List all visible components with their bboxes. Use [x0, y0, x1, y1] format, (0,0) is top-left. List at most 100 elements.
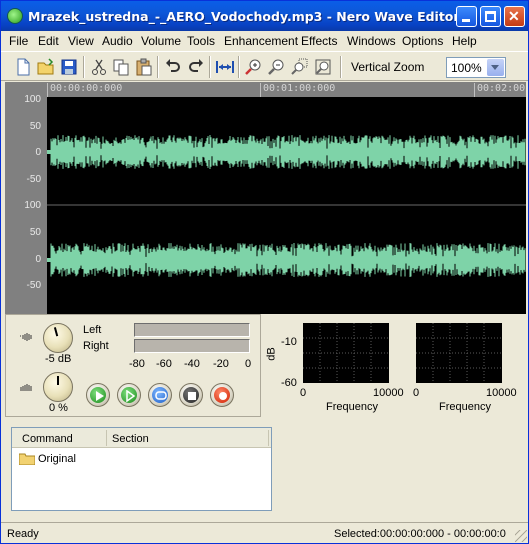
pan-value: 0 %: [49, 402, 68, 414]
volume-icon: [20, 333, 32, 341]
menu-edit[interactable]: Edit: [38, 34, 59, 48]
play-button[interactable]: [86, 383, 110, 407]
menu-options[interactable]: Options: [402, 34, 443, 48]
new-file-icon: [17, 58, 30, 76]
volume-value: -5 dB: [45, 353, 72, 365]
play-icon: [96, 391, 104, 401]
menu-tools[interactable]: Tools: [187, 34, 215, 48]
title-bar[interactable]: Mrazek_ustredna_-_AERO_Vodochody.mp3 - N…: [1, 1, 528, 31]
menu-help[interactable]: Help: [452, 34, 477, 48]
minimize-button[interactable]: [456, 6, 477, 27]
maximize-button[interactable]: [480, 6, 501, 27]
y-label: 0: [35, 147, 41, 158]
menu-enhancement[interactable]: Enhancement: [224, 34, 298, 48]
redo-button[interactable]: [186, 57, 206, 77]
meter-scale-label: -20: [213, 358, 229, 370]
fit-width-button[interactable]: [215, 57, 235, 77]
meter-scale-label: -40: [184, 358, 200, 370]
y-label: -50: [26, 280, 41, 291]
amplitude-axis: 100 50 0 -50 100 50 0 -50: [5, 94, 47, 314]
left-level-meter: [134, 323, 250, 337]
status-text: Ready: [7, 528, 39, 540]
close-icon: ✕: [508, 8, 520, 24]
fit-width-icon: [216, 61, 234, 73]
spectrum-right: [416, 323, 502, 383]
y-label: 100: [24, 200, 41, 211]
loop-button[interactable]: [148, 383, 172, 407]
left-channel-label: Left: [83, 324, 102, 336]
waveform-view: 00:00:00:000 00:01:00:000 00:02:00 100 5…: [5, 82, 526, 314]
selection-status: Selected:00:00:00:000 - 00:00:00:0: [334, 528, 506, 540]
menu-audio[interactable]: Audio: [102, 34, 133, 48]
volume-knob[interactable]: [43, 323, 73, 353]
zoom-in-icon: [245, 59, 261, 75]
spectrum-ytick: -60: [281, 377, 297, 389]
cut-button[interactable]: [89, 57, 109, 77]
record-icon: [219, 392, 227, 400]
column-divider: [106, 430, 107, 446]
command-column-header[interactable]: Command: [22, 433, 73, 445]
record-button[interactable]: [210, 383, 234, 407]
vertical-zoom-value: 100%: [451, 61, 482, 75]
y-label: 50: [29, 121, 41, 132]
spectrum-xlabel: Frequency: [326, 401, 378, 413]
playback-panel: -5 dB 0 % Left Right -80 -60 -40 -20 0: [5, 314, 261, 417]
spectrum-xtick: 10000: [373, 387, 404, 399]
play-selection-icon: [126, 390, 136, 402]
close-button[interactable]: ✕: [504, 6, 525, 27]
zoom-in-button[interactable]: [244, 57, 264, 77]
ruler-label: 00:02:00: [477, 83, 526, 94]
zoom-out-button[interactable]: [267, 57, 287, 77]
pan-icon: [20, 384, 32, 391]
vertical-zoom-select[interactable]: 100%: [446, 57, 506, 78]
menu-effects[interactable]: Effects: [301, 34, 337, 48]
right-channel-label: Right: [83, 340, 109, 352]
toolbar-separator: [340, 56, 342, 78]
y-label: -50: [26, 174, 41, 185]
copy-icon: [113, 59, 129, 76]
command-list[interactable]: Command Section Original: [11, 427, 272, 511]
dropdown-arrow-icon[interactable]: [487, 59, 504, 76]
ruler-label: 00:00:00:000: [50, 83, 123, 94]
zoom-selection-button[interactable]: [290, 57, 310, 77]
right-level-meter: [134, 339, 250, 353]
menu-view[interactable]: View: [68, 34, 94, 48]
toolbar-separator: [83, 56, 85, 78]
spectrum-ytick: -10: [281, 336, 297, 348]
spectrum-xlabel: Frequency: [439, 401, 491, 413]
waveform-canvas[interactable]: [47, 97, 526, 314]
ruler-label: 00:01:00:000: [263, 83, 336, 94]
stop-icon: [188, 392, 196, 400]
pan-knob[interactable]: [43, 372, 73, 402]
paste-button[interactable]: [134, 57, 154, 77]
open-file-button[interactable]: [36, 57, 56, 77]
menu-volume[interactable]: Volume: [141, 34, 181, 48]
status-bar: Ready Selected:00:00:00:000 - 00:00:00:0: [1, 522, 528, 543]
copy-button[interactable]: [111, 57, 131, 77]
window-title: Mrazek_ustredna_-_AERO_Vodochody.mp3 - N…: [28, 9, 460, 24]
zoom-out-icon: [268, 59, 284, 75]
new-file-button[interactable]: [13, 57, 33, 77]
spectrum-panel: dB -10 -60 0 10000 Frequency 0 10000 Fre…: [263, 314, 526, 417]
zoom-full-button[interactable]: [313, 57, 333, 77]
stop-button[interactable]: [179, 383, 203, 407]
meter-scale-label: -60: [156, 358, 172, 370]
open-file-icon: [37, 58, 54, 75]
resize-grip[interactable]: [515, 530, 527, 542]
menu-windows[interactable]: Windows: [347, 34, 396, 48]
undo-button[interactable]: [163, 57, 183, 77]
y-label: 100: [24, 94, 41, 105]
app-window: Mrazek_ustredna_-_AERO_Vodochody.mp3 - N…: [0, 0, 529, 544]
save-button[interactable]: [59, 57, 79, 77]
section-column-header[interactable]: Section: [112, 433, 149, 445]
spectrum-ylabel: dB: [265, 347, 278, 361]
zoom-selection-icon: [291, 58, 308, 75]
menu-file[interactable]: File: [9, 34, 28, 48]
toolbar-separator: [238, 56, 240, 78]
toolbar-separator: [209, 56, 211, 78]
meter-scale-label: 0: [245, 358, 252, 370]
play-selection-button[interactable]: [117, 383, 141, 407]
paste-icon: [136, 58, 152, 76]
time-ruler[interactable]: 00:00:00:000 00:01:00:000 00:02:00: [47, 82, 526, 97]
menu-bar: File Edit View Audio Volume Tools Enhanc…: [1, 31, 528, 50]
